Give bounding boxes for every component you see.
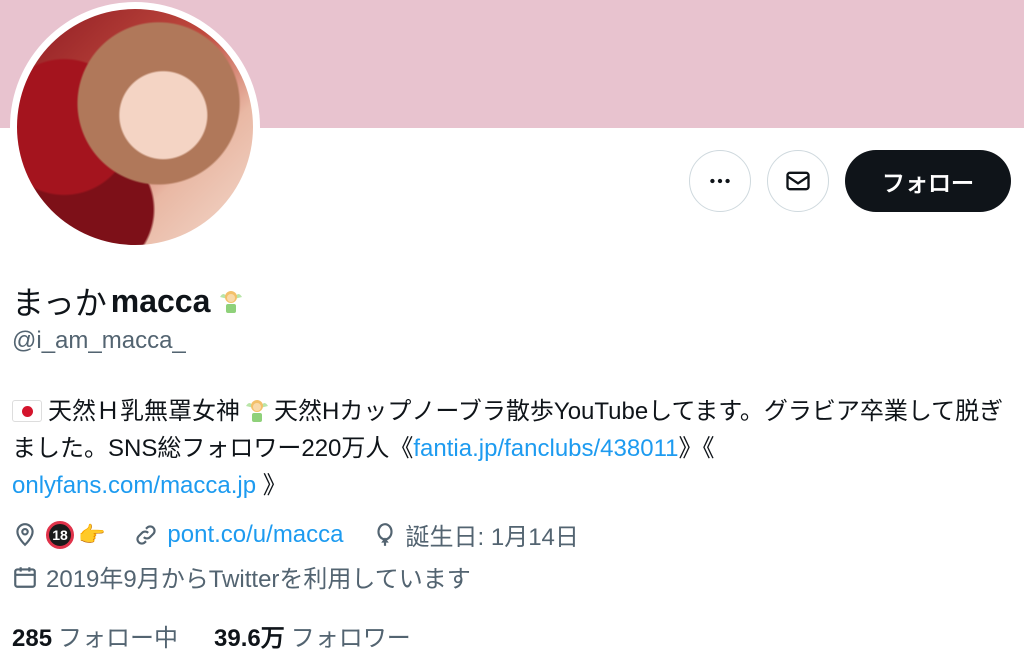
profile-bio: 天然Ｈ乳無罩女神 天然Hカップノーブラ散歩YouTubeしてます。グラビア卒業し…: [12, 393, 1022, 504]
fairy-emoji-icon: [220, 291, 243, 313]
link-icon: [136, 524, 157, 545]
website: pont.co/u/macca: [133, 521, 344, 549]
joined-row: 2019年9月からTwitterを利用しています: [12, 559, 499, 594]
joined: 2019年9月からTwitterを利用しています: [12, 559, 471, 594]
more-horizontal-icon: [710, 178, 730, 184]
calendar-icon: [14, 566, 36, 588]
following-stat[interactable]: 285 フォロー中: [12, 618, 178, 653]
envelope-icon: [786, 171, 810, 191]
profile-handle: @i_am_macca_: [12, 327, 186, 354]
display-name-en: macca: [110, 282, 211, 319]
location-pin-icon: [16, 522, 34, 546]
followers-label: フォロワー: [290, 625, 411, 652]
birthday-text: 誕生日: 1月14日: [405, 524, 579, 551]
pointing-hand-icon: 👉: [78, 521, 106, 547]
website-link[interactable]: pont.co/u/macca: [167, 521, 343, 549]
follow-button[interactable]: フォロー: [845, 150, 1011, 212]
bio-link-onlyfans[interactable]: onlyfans.com/macca.jp: [12, 472, 256, 499]
display-name: まっか macca: [12, 278, 248, 324]
profile-meta-row: 18 👉 pont.co/u/macca 誕生日: 1月14日: [12, 517, 607, 552]
joined-text: 2019年9月からTwitterを利用しています: [46, 566, 471, 593]
following-count: 285: [12, 625, 53, 652]
followers-count: 39.6万: [214, 625, 285, 652]
adult-18-badge: 18: [46, 520, 74, 549]
birthday: 誕生日: 1月14日: [372, 517, 579, 552]
avatar[interactable]: [10, 2, 260, 252]
bio-text-3: 》《: [678, 435, 715, 462]
avatar-image[interactable]: [17, 9, 253, 245]
message-button[interactable]: [767, 150, 829, 212]
following-label: フォロー中: [58, 625, 179, 652]
location: 18 👉: [12, 520, 106, 549]
followers-stat[interactable]: 39.6万 フォロワー: [214, 618, 411, 653]
bio-link-fantia[interactable]: fantia.jp/fanclubs/438011: [413, 435, 678, 462]
bio-text-1: 天然Ｈ乳無罩女神: [48, 398, 240, 425]
more-button[interactable]: [689, 150, 751, 212]
japan-flag-icon: [12, 400, 42, 422]
balloon-icon: [376, 522, 393, 546]
follow-stats: 285 フォロー中 39.6万 フォロワー: [12, 618, 447, 653]
bio-text-4: 》: [262, 472, 287, 499]
fairy-emoji-icon: [246, 400, 268, 422]
display-name-jp: まっか: [12, 285, 107, 321]
